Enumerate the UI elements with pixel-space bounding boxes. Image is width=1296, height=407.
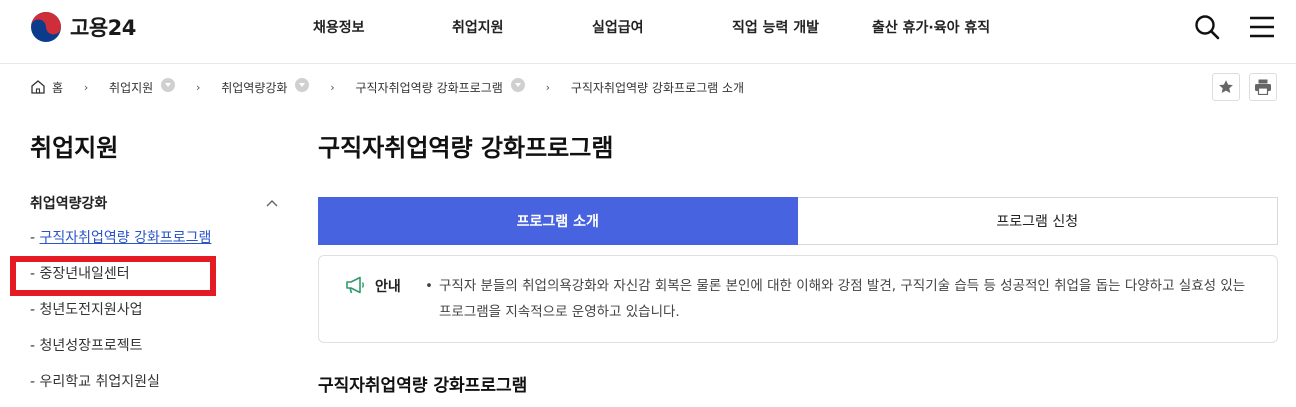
chevron-up-icon [266, 200, 278, 207]
breadcrumb-item[interactable]: 취업지원 [109, 78, 176, 96]
menu-icon[interactable] [1248, 13, 1276, 41]
page-title: 구직자취업역량 강화프로그램 [318, 134, 614, 162]
breadcrumb-current: 구직자취업역량 강화프로그램 소개 [570, 80, 745, 95]
main-nav: 채용정보 취업지원 실업급여 직업 능력 개발 출산 휴가·육아 휴직 [0, 17, 1296, 37]
nav-item-parental-leave[interactable]: 출산 휴가·육아 휴직 [872, 17, 990, 37]
notice-text: 구직자 분들의 취업의욕강화와 자신감 회복은 물론 본인에 대한 이해와 강점… [425, 273, 1255, 325]
sidebar-title: 취업지원 [30, 134, 119, 162]
chevron-down-icon[interactable] [295, 78, 310, 92]
sidebar-item-school-employment[interactable]: - 우리학교 취업지원실 [30, 371, 211, 407]
sidebar-group-label: 취업역량강화 [30, 196, 108, 212]
tab-program-apply[interactable]: 프로그램 신청 [797, 197, 1278, 245]
breadcrumb-home[interactable]: 홈 [30, 79, 63, 96]
sidebar-item-label: 우리학교 취업지원실 [39, 374, 160, 390]
section-title: 구직자취업역량 강화프로그램 [318, 376, 528, 396]
site-header: 고용24 채용정보 취업지원 실업급여 직업 능력 개발 출산 휴가·육아 휴직 [0, 0, 1296, 64]
breadcrumb-item[interactable]: 취업역량강화 [221, 78, 310, 96]
breadcrumb-item-label: 취업지원 [109, 81, 154, 95]
chevron-right-icon: › [330, 80, 335, 94]
sidebar-item-label: 청년성장프로젝트 [39, 338, 143, 354]
favorite-button[interactable] [1212, 73, 1240, 101]
print-icon [1255, 79, 1271, 95]
print-button[interactable] [1249, 73, 1277, 101]
sidebar-item-label: 구직자취업역량 강화프로그램 [39, 230, 212, 246]
nav-item-skills-development[interactable]: 직업 능력 개발 [732, 17, 819, 37]
chevron-right-icon: › [83, 80, 89, 94]
annotation-highlight-box [10, 256, 216, 296]
star-icon [1219, 80, 1233, 93]
home-icon [31, 80, 45, 94]
chevron-down-icon[interactable] [510, 78, 525, 92]
tab-bar: 프로그램 소개 프로그램 신청 [318, 197, 1278, 245]
nav-item-unemployment-benefit[interactable]: 실업급여 [592, 17, 644, 37]
notice-box: 안내 구직자 분들의 취업의욕강화와 자신감 회복은 물론 본인에 대한 이해와… [318, 255, 1278, 343]
breadcrumb-home-label: 홈 [52, 80, 64, 95]
sidebar-item-youth-challenge[interactable]: - 청년도전지원사업 [30, 299, 211, 335]
sidebar-item-label: 청년도전지원사업 [39, 302, 143, 318]
tab-program-intro[interactable]: 프로그램 소개 [318, 197, 798, 245]
megaphone-icon [346, 276, 364, 294]
nav-item-jobs[interactable]: 채용정보 [313, 17, 365, 37]
chevron-down-icon[interactable] [161, 78, 176, 92]
sidebar-item-youth-growth[interactable]: - 청년성장프로젝트 [30, 335, 211, 371]
sidebar-group-toggle[interactable]: 취업역량강화 [30, 193, 278, 213]
chevron-right-icon: › [545, 80, 551, 94]
notice-label: 안내 [375, 279, 401, 295]
sidebar-list: - 구직자취업역량 강화프로그램 - 중장년내일센터 - 청년도전지원사업 - … [30, 227, 211, 407]
search-icon[interactable] [1193, 13, 1221, 41]
breadcrumb: 홈 › 취업지원 › 취업역량강화 › 구직자취업역량 강화프로그램 › 구직자… [30, 76, 744, 98]
breadcrumb-item-label: 취업역량강화 [221, 81, 288, 95]
breadcrumb-item[interactable]: 구직자취업역량 강화프로그램 [355, 78, 525, 96]
breadcrumb-item-label: 구직자취업역량 강화프로그램 [355, 81, 503, 95]
nav-item-employment-support[interactable]: 취업지원 [452, 17, 504, 37]
chevron-right-icon: › [196, 80, 201, 94]
